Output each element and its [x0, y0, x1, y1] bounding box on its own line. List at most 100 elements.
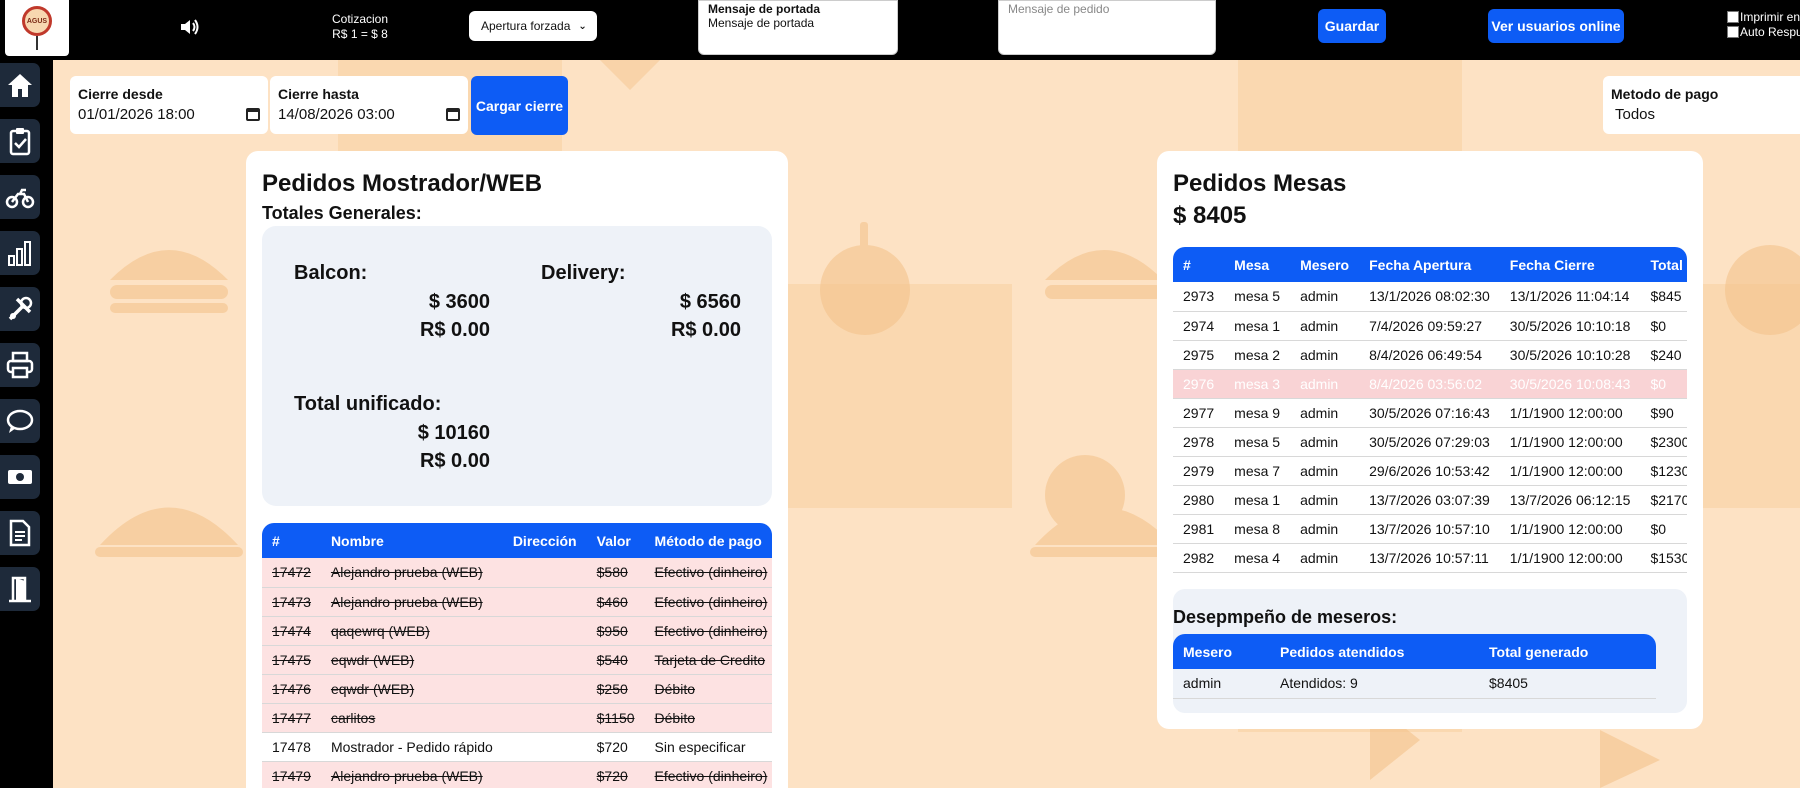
- cell-apertura: 29/6/2026 10:53:42: [1359, 456, 1500, 486]
- sidebar-item-home[interactable]: [0, 63, 40, 107]
- table-row[interactable]: 17472 Alejandro prueba (WEB) $580 Efectivo …: [262, 558, 772, 588]
- table-row[interactable]: 2981 mesa 8 admin 13/7/2026 10:57:10 1/1/190…: [1173, 514, 1687, 544]
- calendar-icon[interactable]: [246, 108, 260, 121]
- bar-chart-icon: [8, 241, 31, 266]
- cierre-hasta-field[interactable]: Cierre hasta 14/08/2026 03:00: [270, 76, 468, 134]
- metodo-pago-label: Metodo de pago: [1611, 86, 1719, 102]
- table-row[interactable]: 17474 qaqewrq (WEB) $950 Efectivo (dinheiro…: [262, 616, 772, 646]
- cell-id: 17479: [262, 761, 321, 788]
- sidebar-item-logout[interactable]: [0, 567, 40, 611]
- speaker-icon[interactable]: [178, 15, 202, 39]
- table-row[interactable]: 2982 mesa 4 admin 13/7/2026 10:57:11 1/1/190…: [1173, 543, 1687, 573]
- cargar-cierre-button[interactable]: Cargar cierre: [471, 76, 568, 135]
- logo-stick: [36, 36, 38, 50]
- chat-icon: [6, 409, 34, 433]
- cell-id: 2973: [1173, 282, 1225, 312]
- table-row[interactable]: 17475 eqwdr (WEB) $540 Tarjeta de Credito: [262, 645, 772, 675]
- cell-metodo: Efectivo (dinheiro): [644, 587, 772, 617]
- cell-total: $2300: [1640, 427, 1687, 457]
- table-row[interactable]: 17479 Alejandro prueba (WEB) $720 Efectivo …: [262, 761, 772, 788]
- cell-direccion: [502, 587, 587, 617]
- cell-apertura: 30/5/2026 07:16:43: [1359, 398, 1500, 428]
- cell-total: $2170: [1640, 485, 1687, 515]
- sidebar-item-delivery[interactable]: [0, 175, 40, 219]
- table-row[interactable]: 2975 mesa 2 admin 8/4/2026 06:49:54 30/5/202…: [1173, 340, 1687, 370]
- mostrador-table-header: # Nombre Dirección Valor Método de pago: [262, 523, 772, 558]
- cell-metodo: Efectivo (dinheiro): [644, 558, 772, 588]
- col-fecha-apertura: Fecha Apertura: [1359, 247, 1500, 282]
- cell-id: 2978: [1173, 427, 1225, 457]
- cell-id: 17475: [262, 645, 321, 675]
- col-total-generado: Total generado: [1479, 634, 1656, 669]
- imprimir-label: Imprimir en: [1740, 10, 1800, 24]
- cell-mesero: admin: [1173, 669, 1270, 699]
- table-row[interactable]: 2980 mesa 1 admin 13/7/2026 03:07:39 13/7/20…: [1173, 485, 1687, 515]
- cell-atendidos: Atendidos: 9: [1270, 669, 1479, 699]
- col-mesero: Mesero: [1290, 247, 1360, 282]
- balcon-ars: $ 3600: [428, 291, 490, 313]
- cell-nombre: carlitos: [320, 703, 503, 733]
- delivery-ars: $ 6560: [679, 291, 741, 313]
- chevron-down-icon: ⌄: [578, 20, 587, 32]
- sidebar-item-orders[interactable]: [0, 119, 40, 163]
- ver-usuarios-online-button[interactable]: Ver usuarios online: [1488, 9, 1624, 43]
- col-pedidos-atendidos: Pedidos atendidos: [1270, 634, 1479, 669]
- table-row[interactable]: 17477 carlitos $1150 Débito: [262, 703, 772, 733]
- apertura-select-value: Apertura forzada: [481, 19, 571, 33]
- sidebar-item-stats[interactable]: [0, 231, 40, 275]
- cell-metodo: Efectivo (dinheiro): [644, 761, 772, 788]
- logo-emblem: AGUS: [22, 6, 52, 36]
- desempeno-box: Desepmpeño de meseros: Mesero Pedidos at…: [1173, 589, 1687, 713]
- auto-respuesta-option: Auto Respu: [1727, 25, 1800, 40]
- mensaje-portada-field[interactable]: Mensaje de portada Mensaje de portada: [698, 0, 898, 55]
- sidebar-item-chat[interactable]: [0, 399, 40, 443]
- cell-nombre: Alejandro prueba (WEB): [320, 761, 503, 788]
- imprimir-checkbox[interactable]: [1727, 11, 1739, 23]
- balcon-totals: $ 3600 R$ 0.00: [294, 288, 490, 344]
- guardar-button[interactable]: Guardar: [1318, 9, 1386, 43]
- cell-cierre: 30/5/2026 10:10:18: [1499, 311, 1641, 341]
- table-row[interactable]: admin Atendidos: 9 $8405: [1173, 669, 1656, 699]
- cierre-desde-field[interactable]: Cierre desde 01/01/2026 18:00: [70, 76, 268, 134]
- cell-total: $240: [1640, 340, 1687, 370]
- mensaje-pedido-input[interactable]: Mensaje de pedido: [998, 0, 1216, 55]
- cell-direccion: [502, 616, 587, 646]
- table-row[interactable]: 2974 mesa 1 admin 7/4/2026 09:59:27 30/5/202…: [1173, 311, 1687, 341]
- mostrador-title: Pedidos Mostrador/WEB: [262, 170, 543, 197]
- motorcycle-icon: [5, 188, 35, 209]
- cell-mesero: admin: [1290, 485, 1360, 515]
- cell-direccion: [502, 674, 587, 704]
- metodo-pago-select[interactable]: Metodo de pago Todos: [1603, 76, 1800, 134]
- auto-respuesta-checkbox[interactable]: [1727, 26, 1739, 38]
- clipboard-check-icon: [9, 128, 31, 156]
- table-row[interactable]: 2978 mesa 5 admin 30/5/2026 07:29:03 1/1/190…: [1173, 427, 1687, 457]
- calendar-icon[interactable]: [446, 108, 460, 121]
- table-row[interactable]: 17478 Mostrador - Pedido rápido $720 Sin es…: [262, 732, 772, 762]
- cell-mesa: mesa 5: [1224, 282, 1291, 312]
- table-row[interactable]: 2973 mesa 5 admin 13/1/2026 08:02:30 13/1/20…: [1173, 282, 1687, 312]
- sidebar-item-cash[interactable]: [0, 455, 40, 499]
- mesas-total: $ 8405: [1173, 202, 1247, 229]
- cell-apertura: 13/7/2026 10:57:11: [1359, 543, 1500, 573]
- cell-cierre: 1/1/1900 12:00:00: [1499, 398, 1641, 428]
- cell-apertura: 13/1/2026 08:02:30: [1359, 282, 1500, 312]
- cell-nombre: qaqewrq (WEB): [320, 616, 503, 646]
- table-row[interactable]: 17473 Alejandro prueba (WEB) $460 Efectivo …: [262, 587, 772, 617]
- cell-total: $0: [1640, 514, 1687, 544]
- table-row[interactable]: 2977 mesa 9 admin 30/5/2026 07:16:43 1/1/190…: [1173, 398, 1687, 428]
- app-logo[interactable]: AGUS: [5, 0, 69, 56]
- printer-icon: [6, 351, 34, 379]
- col-nombre: Nombre: [320, 523, 503, 558]
- cotizacion-value: R$ 1 = $ 8: [332, 27, 388, 41]
- table-row[interactable]: 17476 eqwdr (WEB) $250 Débito: [262, 674, 772, 704]
- sidebar-item-reports[interactable]: [0, 511, 40, 555]
- sidebar-item-tools[interactable]: [0, 287, 40, 331]
- cell-cierre: 13/1/2026 11:04:14: [1499, 282, 1641, 312]
- cell-total: $0: [1640, 369, 1687, 399]
- apertura-select[interactable]: Apertura forzada ⌄: [469, 11, 597, 41]
- table-row[interactable]: 2976 mesa 3 admin 8/4/2026 03:56:02 30/5/202…: [1173, 369, 1687, 399]
- sidebar-item-printer[interactable]: [0, 343, 40, 387]
- tools-icon: [8, 296, 33, 321]
- table-row[interactable]: 2979 mesa 7 admin 29/6/2026 10:53:42 1/1/190…: [1173, 456, 1687, 486]
- cell-valor: $580: [586, 558, 645, 588]
